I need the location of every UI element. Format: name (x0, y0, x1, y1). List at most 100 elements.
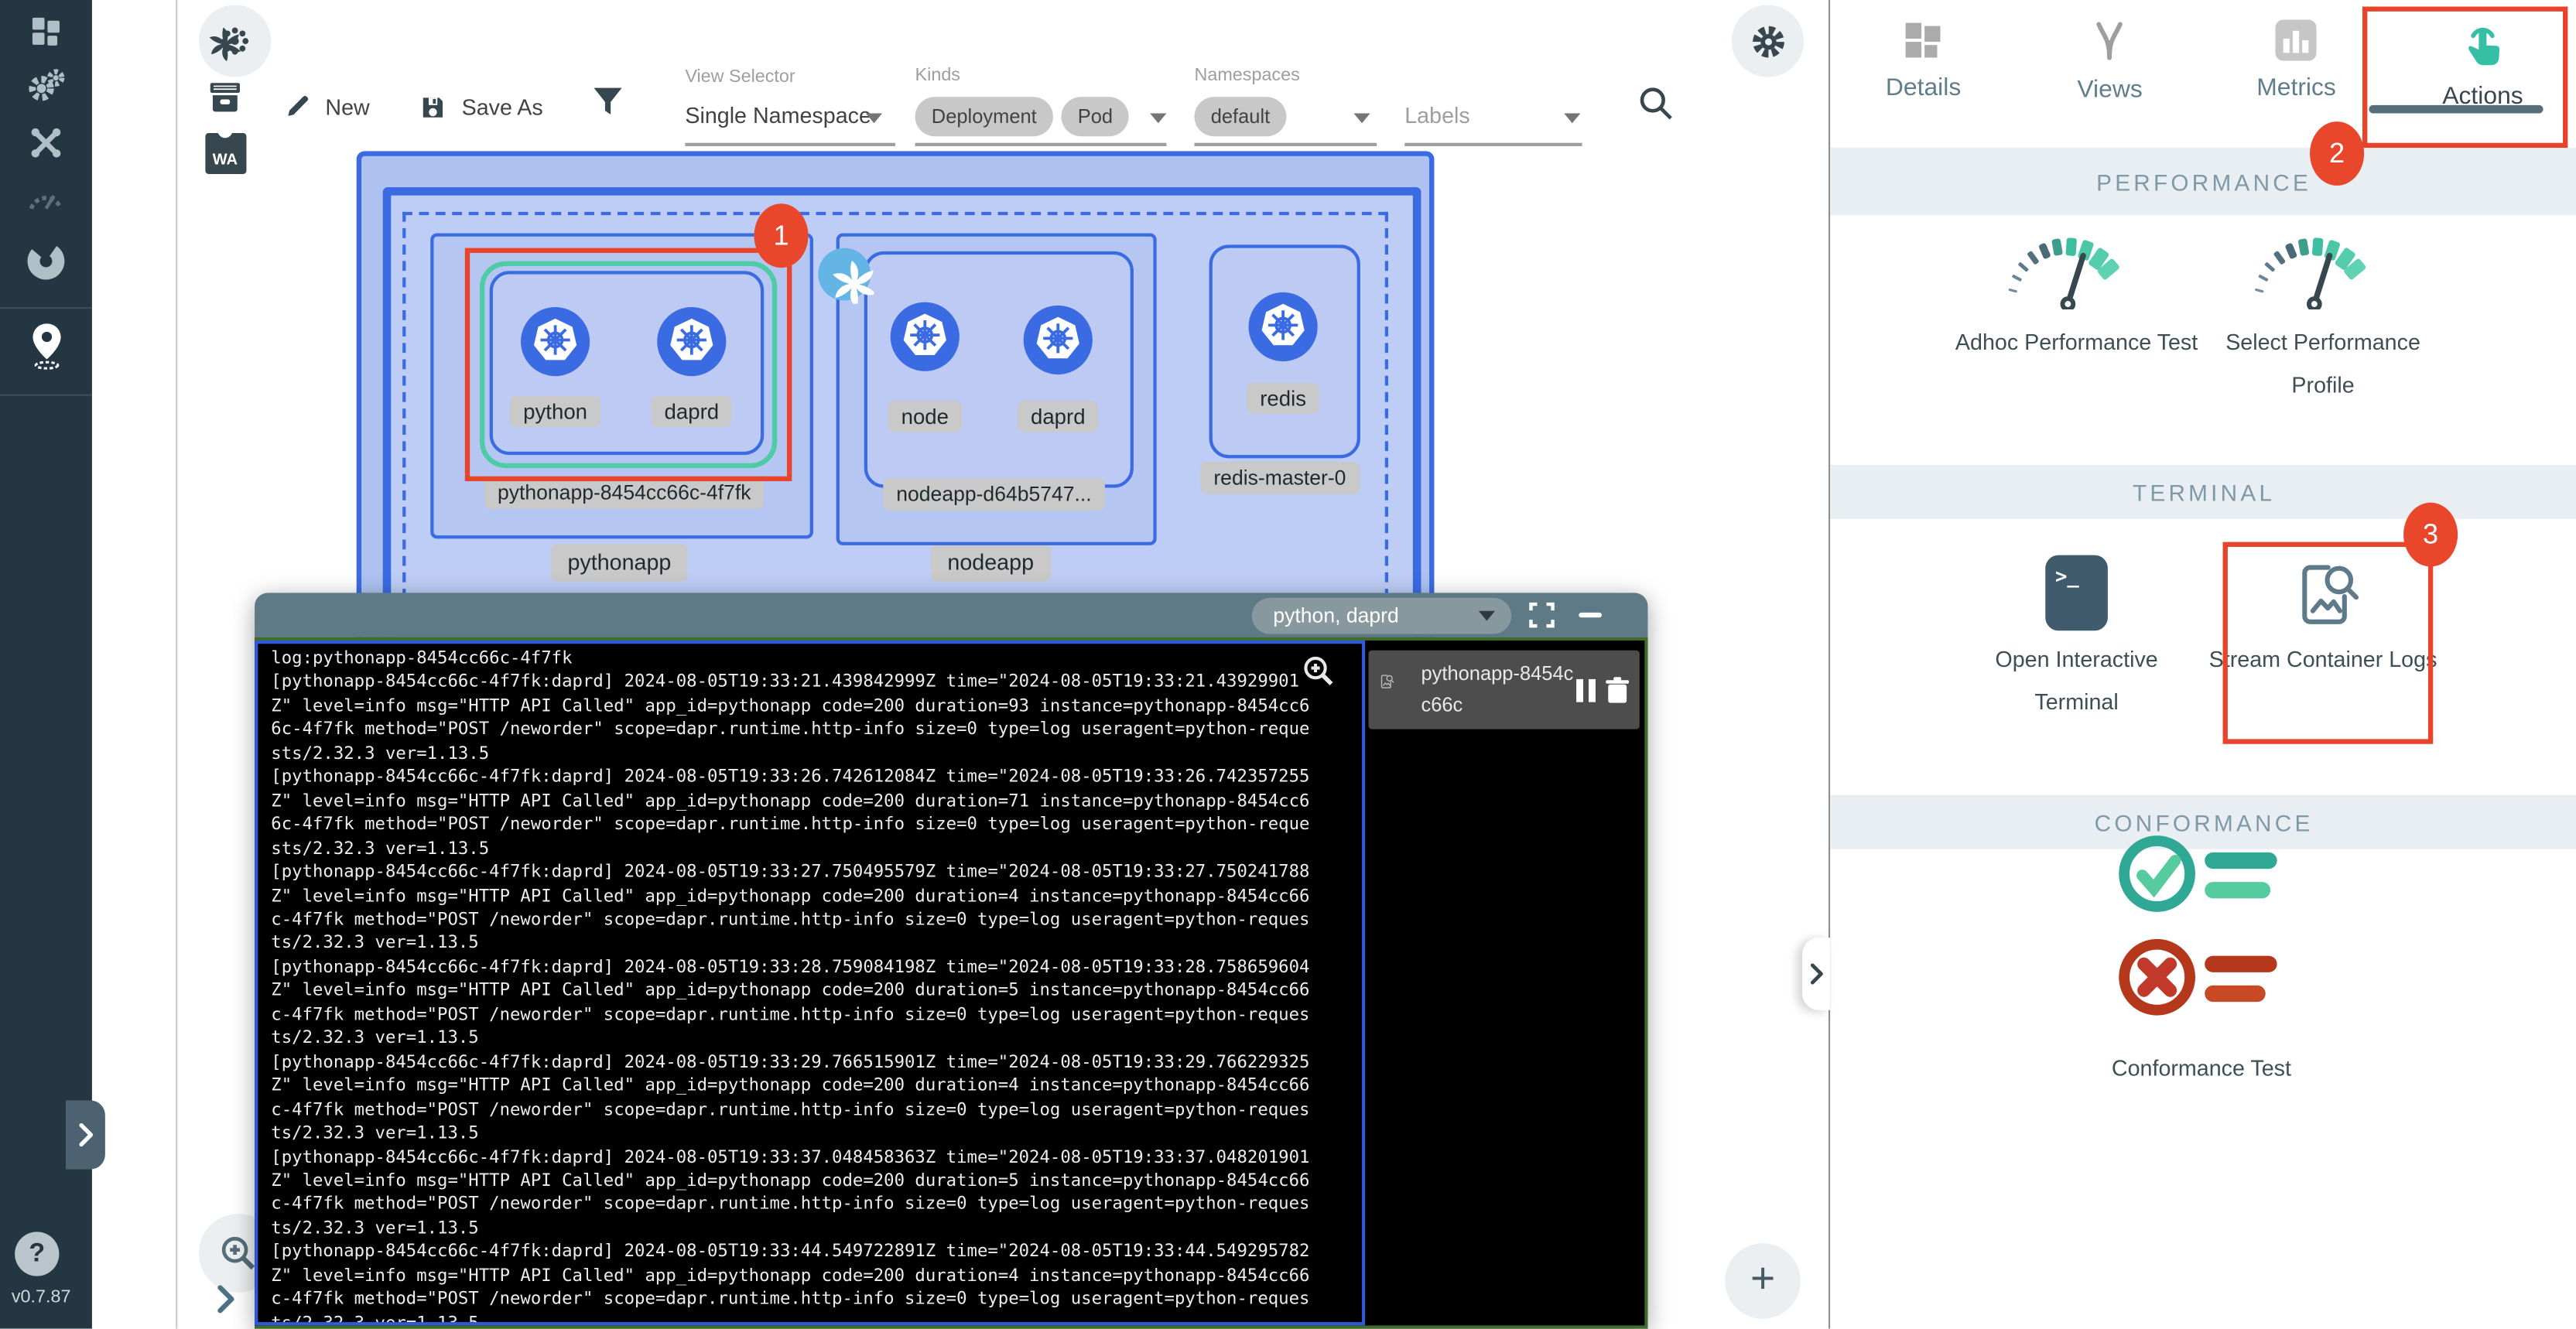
sidebar-divider (0, 307, 92, 309)
trash-icon[interactable] (1605, 676, 1630, 704)
help-button[interactable]: ? (15, 1232, 59, 1276)
tab-label: Views (2077, 76, 2142, 104)
annotation-box-3 (2223, 542, 2434, 744)
adhoc-performance-test-action[interactable] (2004, 230, 2149, 328)
save-icon (419, 93, 446, 121)
kind-chip-pod[interactable]: Pod (1062, 97, 1130, 136)
chevron-down-icon[interactable] (866, 113, 882, 123)
tab-details[interactable]: Details (1830, 0, 2017, 145)
pause-icon[interactable] (1575, 678, 1597, 702)
view-selector-label: View Selector (685, 67, 795, 87)
dapr-sidecar-icon (815, 244, 874, 303)
pencil-icon (284, 94, 310, 120)
zoom-cursor-icon (1301, 654, 1336, 688)
action-label[interactable]: Open Interactive Terminal (1953, 639, 2199, 726)
namespaces-label: Namespaces (1194, 66, 1299, 85)
container-label: node (888, 401, 962, 432)
performance-speedometer-icon[interactable] (23, 176, 69, 221)
labels-underline (1404, 143, 1582, 145)
annotation-badge-3: 3 (2403, 503, 2458, 567)
lifecycle-gears-icon[interactable] (23, 63, 69, 108)
chevron-down-icon[interactable] (1564, 113, 1580, 123)
namespace-chip-default[interactable]: default (1194, 97, 1286, 136)
archive-components-icon[interactable] (202, 74, 248, 120)
annotation-box-1 (465, 248, 792, 481)
gear-icon (1749, 22, 1787, 60)
wasm-icon[interactable]: WA (202, 130, 248, 176)
kinds-label: Kinds (915, 66, 960, 85)
filter-icon[interactable] (590, 84, 626, 128)
deployment-label: nodeapp (931, 544, 1050, 582)
panel-collapse-handle[interactable] (1802, 938, 1830, 1010)
chevron-down-icon[interactable] (1353, 113, 1370, 123)
pod-redis[interactable]: redis (1209, 244, 1360, 458)
pod-name-label: redis-master-0 (1200, 462, 1359, 494)
minimize-icon[interactable] (1579, 613, 1602, 618)
tab-metrics[interactable]: Metrics (2203, 0, 2390, 145)
location-pin-icon[interactable] (23, 322, 69, 367)
gauge-icon (2004, 230, 2149, 320)
toolkit-icon[interactable] (23, 120, 69, 166)
log-stream-item[interactable]: pythonapp-8454cc66c (1369, 651, 1640, 729)
deployment-nodeapp[interactable]: node daprd nodeapp-d64b5747... (836, 233, 1157, 545)
new-button[interactable]: New (284, 91, 369, 123)
sidebar-divider (0, 395, 92, 396)
new-label: New (325, 94, 369, 119)
mesh-pie-icon[interactable] (23, 238, 69, 284)
section-header-terminal: TERMINAL (1830, 465, 2576, 519)
fullscreen-icon[interactable] (1527, 601, 1555, 637)
stream-name: pythonapp-8454cc66c (1421, 659, 1575, 720)
right-panel: Details Views Metrics Actions (1829, 0, 2576, 1329)
sidebar-expand-handle[interactable] (66, 1100, 105, 1169)
annotation-badge-2: 2 (2310, 121, 2364, 186)
conformance-test-action[interactable] (2111, 828, 2292, 1037)
wasm-label: WA (213, 150, 238, 168)
tab-views[interactable]: Views (2017, 0, 2203, 145)
deployment-pythonapp[interactable]: python daprd pythonapp-8454cc66c-4f7fk (430, 233, 813, 538)
terminal-prompt-icon: >_ (2055, 565, 2079, 588)
deployment-label: pythonapp (551, 544, 687, 582)
container-select[interactable]: python, daprd (1252, 597, 1511, 634)
view-selector-value[interactable]: Single Namespace (685, 104, 871, 128)
annotation-badge-1: 1 (754, 203, 808, 268)
kinds-underline (915, 143, 1167, 145)
tab-label: Details (1886, 74, 1961, 102)
log-output[interactable]: log:pythonapp-8454cc66c-4f7fk [pythonapp… (255, 641, 1365, 1325)
action-label[interactable]: Select Performance Profile (2200, 322, 2446, 408)
gauge-icon (2251, 230, 2396, 320)
add-node-button[interactable]: + (1725, 1243, 1801, 1319)
terminal-body: log:pythonapp-8454cc66c-4f7fk [pythonapp… (255, 637, 1647, 1329)
settings-button[interactable] (1732, 5, 1804, 77)
view-selector-underline (685, 143, 895, 145)
chevron-down-icon[interactable] (1150, 113, 1166, 123)
dapr-logo-icon[interactable] (202, 22, 248, 67)
app-root: ? v0.7.87 WA New (0, 0, 2576, 1329)
section-header-performance: PERFORMANCE (1830, 148, 2576, 215)
details-grid-icon (1903, 19, 1944, 60)
tab-label: Metrics (2256, 74, 2336, 102)
select-performance-profile-action[interactable] (2251, 230, 2396, 328)
metrics-bar-chart-icon (2276, 19, 2317, 60)
search-icon[interactable] (1637, 84, 1676, 132)
help-label: ? (29, 1239, 45, 1269)
pod-name-label: nodeapp-d64b5747... (883, 478, 1104, 511)
views-branch-icon (2089, 19, 2131, 62)
dashboard-icon[interactable] (23, 9, 69, 54)
kubernetes-container-icon[interactable] (1022, 304, 1094, 376)
annotation-box-2 (2362, 6, 2567, 148)
action-label[interactable]: Conformance Test (2078, 1048, 2325, 1092)
secondary-sidebar-expand-icon[interactable] (202, 1276, 248, 1322)
log-terminal-window: python, daprd log:pythonapp-8454cc66c-4f… (255, 593, 1647, 1328)
kubernetes-container-icon[interactable] (889, 301, 961, 373)
open-interactive-terminal-action[interactable]: >_ (2045, 555, 2108, 631)
chevron-down-icon (1479, 610, 1495, 620)
action-label[interactable]: Adhoc Performance Test (1953, 322, 2199, 365)
kubernetes-container-icon[interactable] (1247, 291, 1319, 363)
stream-logs-icon (1378, 673, 1411, 705)
primary-sidebar: ? v0.7.87 (0, 0, 92, 1329)
namespaces-underline (1194, 143, 1377, 145)
container-select-value: python, daprd (1273, 603, 1398, 627)
kind-chip-deployment[interactable]: Deployment (915, 97, 1053, 136)
save-as-button[interactable]: Save As (419, 91, 542, 123)
labels-filter[interactable]: Labels (1404, 104, 1469, 128)
